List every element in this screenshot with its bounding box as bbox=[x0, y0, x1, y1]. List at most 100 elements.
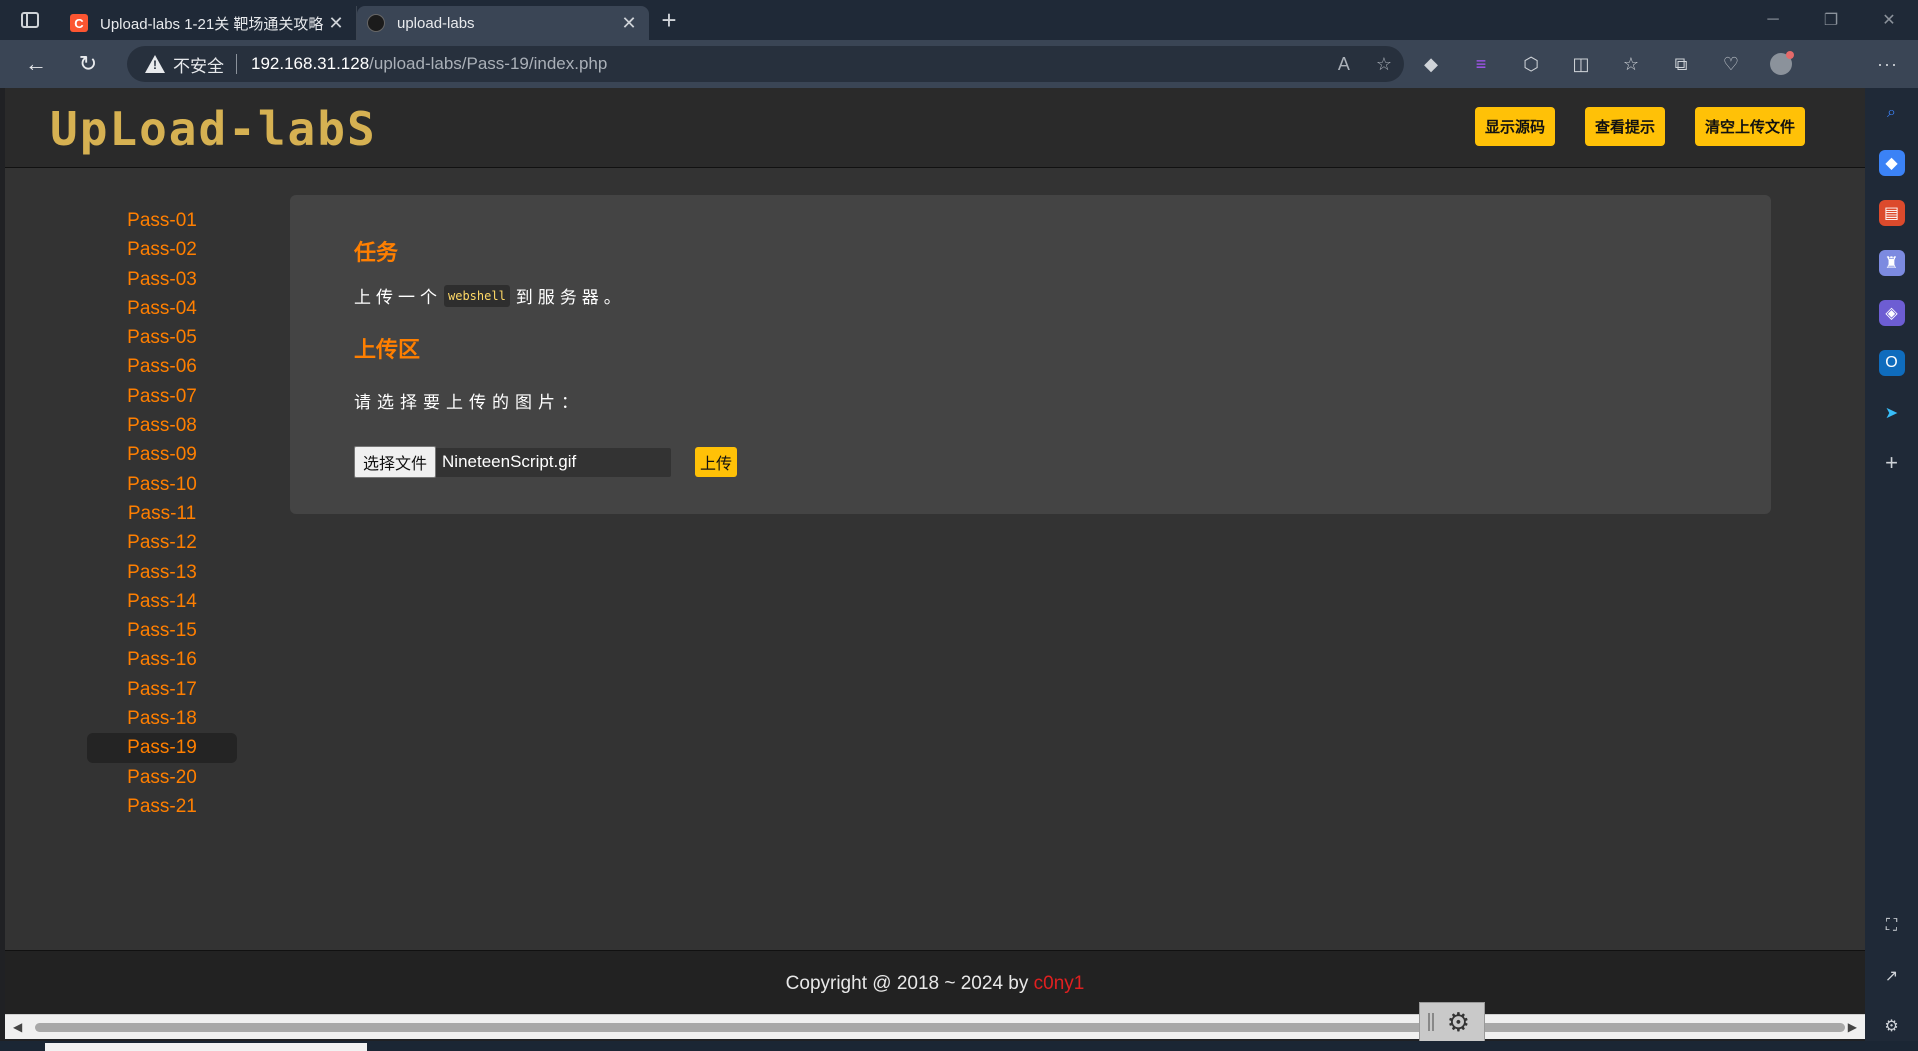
window-controls: ─ ❐ ✕ bbox=[1744, 0, 1918, 40]
scrollbar-thumb[interactable] bbox=[35, 1023, 1845, 1032]
read-aloud-icon[interactable]: A bbox=[1338, 54, 1350, 75]
collections-icon[interactable]: ⧉ bbox=[1670, 53, 1692, 75]
csdn-favicon-icon: C bbox=[70, 14, 88, 32]
tab-actions-button[interactable] bbox=[0, 0, 60, 40]
add-icon[interactable]: + bbox=[1879, 450, 1905, 476]
games-icon[interactable]: ♜ bbox=[1878, 250, 1905, 276]
site-logo: UpLoad-labS bbox=[50, 102, 377, 156]
split-screen-icon[interactable]: ◫ bbox=[1570, 53, 1592, 75]
menu-item-pass-13[interactable]: Pass-13 bbox=[87, 558, 237, 587]
close-icon[interactable]: ✕ bbox=[326, 13, 346, 34]
menu-item-pass-02[interactable]: Pass-02 bbox=[87, 235, 237, 264]
menu-item-pass-14[interactable]: Pass-14 bbox=[87, 587, 237, 616]
warning-icon[interactable] bbox=[145, 55, 165, 73]
edge-sidebar: ⌕ ◆ ▤ ♜ ◈ O ➤ + ⛶ ↗ ⚙ bbox=[1865, 88, 1918, 1051]
task-title: 任务 bbox=[354, 241, 399, 266]
upload-form: 选择文件 NineteenScript.gif 上传 bbox=[354, 446, 1707, 478]
drag-handle-icon[interactable] bbox=[1428, 1013, 1434, 1031]
menu-item-pass-15[interactable]: Pass-15 bbox=[87, 616, 237, 645]
new-tab-button[interactable]: + bbox=[649, 5, 689, 36]
minimize-icon[interactable]: ─ bbox=[1744, 0, 1802, 40]
clear-uploads-button[interactable]: 清空上传文件 bbox=[1694, 107, 1805, 146]
menu-item-pass-07[interactable]: Pass-07 bbox=[87, 382, 237, 411]
address-bar[interactable]: 不安全 192.168.31.128 /upload-labs/Pass-19/… bbox=[127, 46, 1404, 82]
insecure-label[interactable]: 不安全 bbox=[173, 52, 224, 77]
selected-file-name: NineteenScript.gif bbox=[442, 452, 577, 471]
upload-submit-button[interactable]: 上传 bbox=[695, 447, 738, 477]
menu-item-pass-16[interactable]: Pass-16 bbox=[87, 645, 237, 674]
send-icon[interactable]: ➤ bbox=[1879, 400, 1905, 426]
extension-purple-icon[interactable]: ≡ bbox=[1470, 53, 1492, 75]
tools-briefcase-icon[interactable]: ▤ bbox=[1878, 200, 1905, 226]
favorite-star-icon[interactable]: ☆ bbox=[1376, 54, 1392, 75]
settings-gear-icon[interactable]: ⚙ bbox=[1881, 1015, 1903, 1037]
performance-icon[interactable]: ♡ bbox=[1720, 53, 1742, 75]
show-source-button[interactable]: 显示源码 bbox=[1474, 107, 1555, 146]
more-menu-icon[interactable]: ··· bbox=[1877, 54, 1898, 75]
address-bar-icons: A ☆ bbox=[1338, 54, 1392, 75]
page-viewport: UpLoad-labS 显示源码 查看提示 清空上传文件 Pass-01 Pas… bbox=[5, 88, 1865, 1039]
close-icon[interactable]: ✕ bbox=[619, 13, 639, 34]
browser-tab-bar: C Upload-labs 1-21关 靶场通关攻略 ✕ upload-labs… bbox=[0, 0, 1918, 40]
menu-item-pass-08[interactable]: Pass-08 bbox=[87, 411, 237, 440]
menu-item-pass-09[interactable]: Pass-09 bbox=[87, 440, 237, 469]
url-path: /upload-labs/Pass-19/index.php bbox=[369, 54, 608, 73]
restore-icon[interactable]: ❐ bbox=[1802, 0, 1860, 40]
back-button[interactable]: ← bbox=[10, 44, 62, 84]
shopping-tag-icon[interactable]: ◆ bbox=[1878, 150, 1905, 176]
menu-item-pass-05[interactable]: Pass-05 bbox=[87, 323, 237, 352]
menu-item-pass-10[interactable]: Pass-10 bbox=[87, 470, 237, 499]
tab-title: Upload-labs 1-21关 靶场通关攻略 bbox=[100, 15, 324, 33]
task-text-after: 到服务器。 bbox=[515, 288, 626, 308]
toolbar-icons: ◆ ≡ ⬡ ◫ ☆ ⧉ ♡ bbox=[1420, 40, 1794, 88]
upload-prompt: 请选择要上传的图片： bbox=[354, 393, 584, 413]
menu-item-pass-11[interactable]: Pass-11 bbox=[87, 499, 237, 528]
horizontal-scrollbar[interactable]: ◀ ▶ bbox=[5, 1014, 1865, 1039]
menu-item-pass-12[interactable]: Pass-12 bbox=[87, 528, 237, 557]
choose-file-button[interactable]: 选择文件 bbox=[354, 446, 437, 478]
taskbar-strip bbox=[0, 1041, 1918, 1051]
menu-item-pass-19[interactable]: Pass-19 bbox=[87, 733, 237, 763]
window-close-icon[interactable]: ✕ bbox=[1860, 0, 1918, 40]
tab-title: upload-labs bbox=[397, 14, 475, 32]
tab-actions-icon bbox=[21, 12, 39, 28]
floating-settings-widget[interactable]: ⚙ bbox=[1419, 1002, 1485, 1042]
header-buttons: 显示源码 查看提示 清空上传文件 bbox=[1474, 107, 1805, 146]
gear-icon[interactable]: ⚙ bbox=[1447, 1007, 1470, 1038]
copyright-text: Copyright @ 2018 ~ 2024 by c0ny1 bbox=[5, 973, 1865, 995]
screenshot-icon[interactable]: ⛶ bbox=[1881, 915, 1903, 937]
divider bbox=[236, 54, 237, 74]
url-host: 192.168.31.128 bbox=[251, 54, 370, 73]
menu-item-pass-04[interactable]: Pass-04 bbox=[87, 294, 237, 323]
menu-item-pass-18[interactable]: Pass-18 bbox=[87, 704, 237, 733]
menu-item-pass-17[interactable]: Pass-17 bbox=[87, 675, 237, 704]
menu-item-pass-03[interactable]: Pass-03 bbox=[87, 265, 237, 294]
menu-item-pass-21[interactable]: Pass-21 bbox=[87, 792, 237, 821]
sidebar-bottom-icons: ⛶ ↗ ⚙ bbox=[1881, 915, 1903, 1037]
author-link[interactable]: c0ny1 bbox=[1034, 973, 1085, 994]
tab-upload-labs[interactable]: upload-labs ✕ bbox=[357, 6, 649, 40]
taskbar-item bbox=[45, 1043, 367, 1051]
task-code: webshell bbox=[444, 284, 510, 307]
open-external-icon[interactable]: ↗ bbox=[1881, 965, 1903, 987]
menu-item-pass-06[interactable]: Pass-06 bbox=[87, 352, 237, 381]
tab-upload-labs-article[interactable]: C Upload-labs 1-21关 靶场通关攻略 ✕ bbox=[60, 6, 357, 40]
file-input[interactable]: 选择文件 NineteenScript.gif bbox=[354, 446, 671, 478]
extension-spy-icon[interactable]: ◆ bbox=[1420, 53, 1442, 75]
menu-item-pass-01[interactable]: Pass-01 bbox=[87, 206, 237, 235]
profile-avatar[interactable] bbox=[1770, 51, 1794, 75]
scroll-right-icon[interactable]: ▶ bbox=[1848, 1020, 1857, 1034]
show-hint-button[interactable]: 查看提示 bbox=[1584, 107, 1665, 146]
pass-menu: Pass-01 Pass-02 Pass-03 Pass-04 Pass-05 … bbox=[87, 206, 237, 821]
browser-toolbar: ← ↻ 不安全 192.168.31.128 /upload-labs/Pass… bbox=[0, 40, 1918, 88]
outlook-icon[interactable]: O bbox=[1878, 350, 1905, 376]
site-favicon-icon bbox=[367, 14, 385, 32]
favorites-icon[interactable]: ☆ bbox=[1620, 53, 1642, 75]
copilot-icon[interactable]: ◈ bbox=[1878, 300, 1905, 326]
scroll-left-icon[interactable]: ◀ bbox=[13, 1020, 22, 1034]
menu-item-pass-20[interactable]: Pass-20 bbox=[87, 763, 237, 792]
refresh-button[interactable]: ↻ bbox=[62, 44, 114, 84]
search-icon[interactable]: ⌕ bbox=[1879, 100, 1905, 126]
task-description: 上传一个 webshell 到服务器。 bbox=[354, 283, 1707, 308]
extensions-puzzle-icon[interactable]: ⬡ bbox=[1520, 53, 1542, 75]
